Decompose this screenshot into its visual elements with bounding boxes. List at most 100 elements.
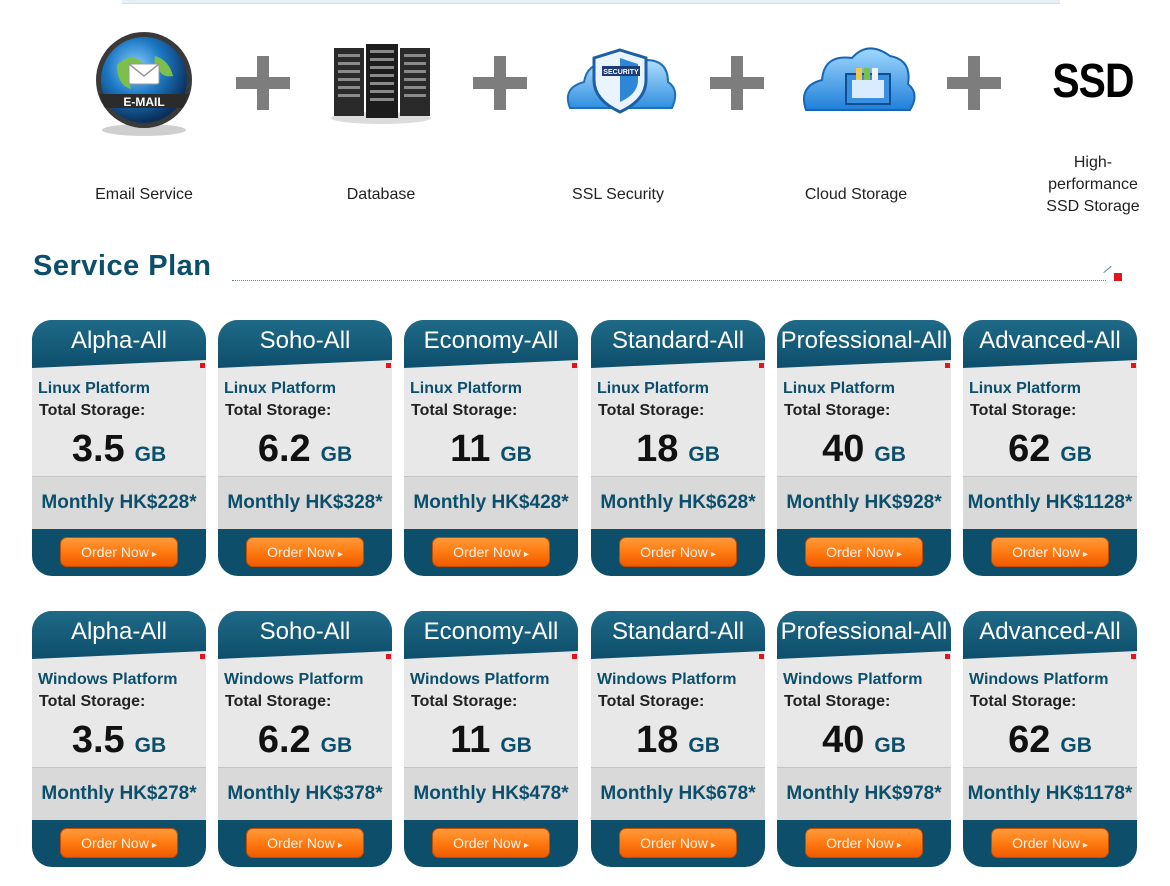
plan-footer: Order Now ▸: [32, 529, 206, 576]
plan-details: Windows Platform Total Storage: 62 GB: [963, 659, 1137, 767]
storage-size: 18 GB: [591, 719, 765, 762]
plan-card: Soho-All Windows Platform Total Storage: 6.…: [218, 611, 392, 867]
storage-size-value: 18: [636, 719, 679, 761]
plan-footer: Order Now ▸: [591, 820, 765, 867]
plan-details: Linux Platform Total Storage: 3.5 GB: [32, 368, 206, 476]
header-corner: [218, 360, 392, 368]
order-now-button[interactable]: Order Now ▸: [991, 828, 1109, 858]
storage-size-unit: GB: [320, 734, 353, 757]
order-now-button[interactable]: Order Now ▸: [432, 537, 550, 567]
chevron-right-icon: ▸: [151, 549, 157, 560]
storage-label: Total Storage:: [970, 693, 1077, 710]
chevron-right-icon: ▸: [1082, 840, 1088, 851]
order-now-button[interactable]: Order Now ▸: [619, 828, 737, 858]
plan-footer: Order Now ▸: [32, 820, 206, 867]
plan-details: Windows Platform Total Storage: 3.5 GB: [32, 659, 206, 767]
storage-size-unit: GB: [500, 734, 532, 757]
feature-ssd: SSD High- performance SSD Storage: [1003, 30, 1170, 218]
storage-size: 3.5 GB: [32, 428, 206, 471]
header-corner: [591, 360, 765, 368]
plan-price: Monthly HK$228*: [32, 476, 206, 529]
title-accent-square: [1114, 273, 1122, 281]
order-now-label: Order Now: [81, 544, 149, 560]
chevron-right-icon: ▸: [151, 840, 157, 851]
plan-platform: Linux Platform: [410, 380, 523, 397]
plan-price: Monthly HK$1128*: [963, 476, 1137, 529]
plan-name: Standard-All: [591, 611, 765, 659]
ssd-logo-text: SSD: [1052, 55, 1134, 108]
order-now-button[interactable]: Order Now ▸: [246, 537, 364, 567]
header-corner: [963, 651, 1137, 659]
storage-label: Total Storage:: [598, 693, 705, 710]
plan-platform: Linux Platform: [969, 380, 1082, 397]
chevron-right-icon: ▸: [710, 840, 716, 851]
email-globe-icon: E-MAIL: [54, 30, 234, 140]
plan-footer: Order Now ▸: [218, 529, 392, 576]
order-now-button[interactable]: Order Now ▸: [805, 828, 923, 858]
header-corner: [404, 360, 578, 368]
plan-name-text: Standard-All: [611, 618, 745, 645]
order-now-label: Order Now: [826, 544, 894, 560]
plan-name: Soho-All: [218, 611, 392, 659]
plan-footer: Order Now ▸: [963, 529, 1137, 576]
plan-details: Windows Platform Total Storage: 18 GB: [591, 659, 765, 767]
plan-name: Standard-All: [591, 320, 765, 368]
storage-size-value: 40: [822, 428, 865, 470]
order-now-button[interactable]: Order Now ▸: [246, 828, 364, 858]
plan-name: Advanced-All: [963, 320, 1137, 368]
storage-size-value: 40: [822, 719, 865, 761]
storage-size: 40 GB: [777, 719, 951, 762]
plan-platform: Windows Platform: [597, 671, 737, 688]
storage-size-unit: GB: [320, 443, 353, 466]
plan-name: Alpha-All: [32, 320, 206, 368]
storage-size: 3.5 GB: [32, 719, 206, 762]
order-now-button[interactable]: Order Now ▸: [60, 537, 178, 567]
header-corner: [218, 651, 392, 659]
plus-icon: [710, 56, 764, 110]
order-now-button[interactable]: Order Now ▸: [60, 828, 178, 858]
plan-price: Monthly HK$928*: [777, 476, 951, 529]
plan-price: Monthly HK$428*: [404, 476, 578, 529]
plan-name-text: Standard-All: [611, 327, 745, 354]
storage-size-value: 11: [450, 719, 491, 761]
plan-platform: Windows Platform: [224, 671, 364, 688]
feature-email: E-MAIL Email Service: [54, 30, 234, 206]
plan-platform: Linux Platform: [38, 380, 151, 397]
plan-name: Professional-All: [777, 320, 951, 368]
plan-footer: Order Now ▸: [404, 820, 578, 867]
order-now-label: Order Now: [267, 835, 335, 851]
feature-label-cloud-storage: Cloud Storage: [804, 186, 908, 203]
storage-size: 62 GB: [963, 428, 1137, 471]
ssd-label-line-3: SSD Storage: [1046, 198, 1140, 215]
plan-price: Monthly HK$678*: [591, 767, 765, 820]
storage-size-value: 62: [1008, 428, 1051, 470]
plan-platform: Windows Platform: [410, 671, 550, 688]
ssd-text-icon: SSD: [1003, 30, 1170, 140]
plan-name-text: Advanced-All: [979, 618, 1121, 645]
storage-label: Total Storage:: [411, 402, 518, 419]
section-title: Service Plan: [33, 250, 212, 282]
chevron-right-icon: ▸: [896, 549, 902, 560]
order-now-button[interactable]: Order Now ▸: [805, 537, 923, 567]
storage-label: Total Storage:: [598, 402, 705, 419]
storage-label: Total Storage:: [784, 402, 891, 419]
plan-name-text: Professional-All: [780, 618, 948, 645]
header-corner: [591, 651, 765, 659]
order-now-button[interactable]: Order Now ▸: [432, 828, 550, 858]
plan-footer: Order Now ▸: [218, 820, 392, 867]
order-now-button[interactable]: Order Now ▸: [991, 537, 1109, 567]
plan-name-text: Advanced-All: [979, 327, 1121, 354]
storage-size: 11 GB: [404, 719, 578, 762]
ssd-label-line-2: performance: [1048, 176, 1138, 193]
storage-label: Total Storage:: [970, 402, 1077, 419]
plan-card: Professional-All Linux Platform Total Stor…: [777, 320, 951, 576]
plus-icon: [236, 56, 290, 110]
order-now-button[interactable]: Order Now ▸: [619, 537, 737, 567]
order-now-label: Order Now: [81, 835, 149, 851]
plan-details: Windows Platform Total Storage: 40 GB: [777, 659, 951, 767]
plan-details: Linux Platform Total Storage: 40 GB: [777, 368, 951, 476]
storage-size-value: 6.2: [257, 428, 311, 470]
server-rack-icon: [291, 30, 471, 140]
storage-label: Total Storage:: [39, 402, 146, 419]
plan-platform: Linux Platform: [597, 380, 710, 397]
